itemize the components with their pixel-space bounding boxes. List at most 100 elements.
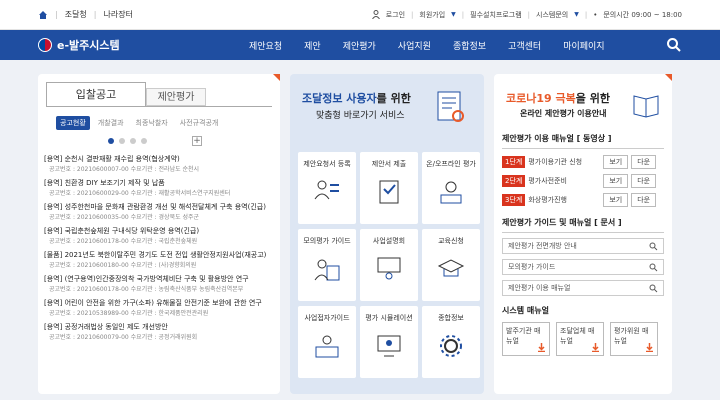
required-programs-link[interactable]: 필수설치프로그램: [470, 10, 522, 20]
step-badge: 3단계: [502, 193, 526, 206]
home-icon[interactable]: [38, 10, 48, 20]
guide-icon: [315, 335, 339, 358]
video-manual-title: 제안평가 이용 매뉴얼 [ 동영상 ]: [502, 134, 612, 143]
nav-item-customer-center[interactable]: 고객센터: [497, 39, 552, 52]
carousel-dot[interactable]: [119, 138, 125, 144]
service-title-rest: 를 위한: [376, 92, 411, 105]
subtab-status[interactable]: 공고현황: [56, 116, 90, 130]
logo-text: e-발주시스템: [57, 39, 120, 52]
system-inquiry-link[interactable]: 시스템문의: [536, 10, 568, 20]
step-badge: 2단계: [502, 174, 526, 187]
list-item[interactable]: [용역] 어린이 안전을 위한 가구(소파) 유해물질 안전기준 보완에 관한 …: [44, 298, 280, 317]
subtab-prior-spec[interactable]: 사전규격공개: [176, 116, 223, 130]
guide-link[interactable]: 제안평가 전면개방 안내: [502, 238, 664, 254]
presentation-icon: [377, 257, 401, 280]
download-icon: [646, 343, 653, 352]
carousel-dot[interactable]: [108, 138, 114, 144]
top-left-links: | 조달청 | 나라장터: [38, 9, 133, 20]
login-link[interactable]: 로그인: [386, 10, 405, 20]
gear-icon: [440, 335, 462, 357]
nav-item-project-support[interactable]: 사업지원: [387, 39, 442, 52]
manual-download[interactable]: 평가위원 매뉴얼: [610, 322, 658, 356]
link-koneps[interactable]: 나라장터: [104, 9, 133, 20]
shortcut-card[interactable]: 제안요청서 등록: [298, 152, 356, 224]
taegeuk-logo-icon: [38, 38, 52, 52]
system-manuals: 발주기관 매뉴얼 조달업체 매뉴얼 평가위원 매뉴얼: [494, 316, 672, 362]
shortcut-card[interactable]: 교육신청: [422, 229, 480, 301]
download-icon: [538, 343, 545, 352]
manual-step: 1단계 평가이용기관 신청 보기 다운: [494, 154, 672, 169]
bid-notice-panel: 입찰공고 제안평가 공고현황 개찰결과 최종낙찰자 사전규격공개 + [용역] …: [38, 74, 280, 394]
corner-accent: [273, 74, 280, 81]
shortcut-card[interactable]: 사업접자가이드: [298, 306, 356, 378]
clock-icon: •: [593, 10, 598, 19]
view-button[interactable]: 보기: [603, 154, 629, 169]
top-utility-bar: | 조달청 | 나라장터 로그인 | 회원가입 ▼ | 필수설치프로그램 | 시…: [0, 0, 720, 30]
shortcut-card[interactable]: 온/오프라인 평가: [422, 152, 480, 224]
online-evaluation-panel: 코로나19 극복을 위한 온라인 제안평가 이용안내 제안평가 이용 매뉴얼 […: [494, 74, 672, 394]
site-logo[interactable]: e-발주시스템: [38, 37, 238, 53]
view-button[interactable]: 보기: [603, 192, 629, 207]
step-label: 평가사전준비: [528, 176, 567, 185]
list-item[interactable]: [용역] 친환경 DIY 보조기기 제작 및 납품 공고번호 : 20210600…: [44, 178, 280, 197]
search-icon[interactable]: [666, 37, 682, 53]
chevron-down-icon: ▼: [451, 11, 456, 18]
mock-evaluation-icon: [314, 259, 340, 281]
tab-evaluation[interactable]: 제안평가: [146, 88, 206, 106]
inquiry-hours: 문의시간 09:00 ~ 18:00: [603, 10, 682, 19]
nav-item-proposal-request[interactable]: 제안요청: [238, 39, 293, 52]
view-button[interactable]: 보기: [603, 173, 629, 188]
manual-step: 3단계 화상평가진행 보기 다운: [494, 192, 672, 207]
guide-link[interactable]: 모의평가 가이드: [502, 259, 664, 275]
tab-bid-notice[interactable]: 입찰공고: [46, 82, 146, 106]
carousel-dots: +: [38, 130, 280, 146]
list-item[interactable]: [용역] 공정거래법상 동일인 제도 개선방안 공고번호 : 2021060007…: [44, 322, 280, 341]
nav-item-evaluation[interactable]: 제안평가: [332, 39, 387, 52]
nav-menu: 제안요청 제안 제안평가 사업지원 종합정보 고객센터 마이페이지: [238, 39, 666, 52]
proposal-register-icon: [314, 180, 339, 200]
document-illustration-icon: [437, 91, 464, 122]
search-icon: [649, 263, 658, 271]
doc-guide-title: 제안평가 가이드 및 매뉴얼 [ 문서 ]: [502, 218, 622, 227]
list-item[interactable]: [용역] 국립춘천숲체원 구내식당 위탁운영 용역(긴급) 공고번호 : 2021…: [44, 226, 280, 245]
chevron-down-icon: ▼: [574, 11, 579, 18]
step-label: 평가이용기관 신청: [528, 157, 583, 166]
list-item[interactable]: [용역] 성주한천마을 문화재 관람환경 개선 및 해석전달체계 구축 용역(긴…: [44, 202, 280, 221]
main-nav: e-발주시스템 제안요청 제안 제안평가 사업지원 종합정보 고객센터 마이페이…: [0, 30, 720, 60]
search-icon: [649, 284, 658, 292]
simulation-icon: [377, 335, 401, 357]
user-icon: [371, 10, 380, 19]
nav-item-mypage[interactable]: 마이페이지: [552, 39, 615, 52]
manual-step: 2단계 평가사전준비 보기 다운: [494, 173, 672, 188]
shortcut-card[interactable]: 종합정보: [422, 306, 480, 378]
nav-item-info[interactable]: 종합정보: [442, 39, 497, 52]
list-item[interactable]: [용역] 순천시 결판재활 재수립 용역(협상계약) 공고번호 : 2021060…: [44, 154, 280, 173]
shortcut-card[interactable]: 평가 시뮬레이션: [360, 306, 418, 378]
top-right-links: 로그인 | 회원가입 ▼ | 필수설치프로그램 | 시스템문의 ▼ | • 문의…: [371, 10, 682, 20]
subtab-opening-result[interactable]: 개찰결과: [94, 116, 128, 130]
shortcut-service-panel: 조달정보 사용자를 위한 맞춤형 바로가기 서비스 제안요청서 등록 제안서 제…: [290, 74, 484, 394]
shortcut-grid: 제안요청서 등록 제안서 제출 온/오프라인 평가 모의평가 가이드 사업설명회…: [298, 152, 480, 378]
carousel-dot[interactable]: [130, 138, 136, 144]
shortcut-card[interactable]: 제안서 제출: [360, 152, 418, 224]
download-button[interactable]: 다운: [631, 173, 657, 188]
shortcut-card[interactable]: 모의평가 가이드: [298, 229, 356, 301]
signup-link[interactable]: 회원가입: [419, 10, 445, 20]
covid-title-rest: 을 위한: [575, 92, 610, 105]
download-button[interactable]: 다운: [631, 192, 657, 207]
more-plus-icon[interactable]: +: [192, 136, 202, 146]
nav-item-proposal[interactable]: 제안: [293, 39, 332, 52]
notice-list: [용역] 순천시 결판재활 재수립 용역(협상계약) 공고번호 : 2021060…: [38, 146, 280, 341]
list-item[interactable]: [물품] 2021년도 북한이탈주민 경기도 도전 전입 생활안정지원사업(재공…: [44, 250, 280, 269]
guide-link[interactable]: 제안평가 이용 매뉴얼: [502, 280, 664, 296]
book-illustration-icon: [633, 95, 659, 118]
download-button[interactable]: 다운: [631, 154, 657, 169]
manual-download[interactable]: 발주기관 매뉴얼: [502, 322, 550, 356]
link-pps[interactable]: 조달청: [65, 9, 87, 20]
shortcut-card[interactable]: 사업설명회: [360, 229, 418, 301]
subtab-final-winner[interactable]: 최종낙찰자: [132, 116, 172, 130]
manual-download[interactable]: 조달업체 매뉴얼: [556, 322, 604, 356]
carousel-dot[interactable]: [141, 138, 147, 144]
step-label: 화상평가진행: [528, 195, 567, 204]
list-item[interactable]: [용역] (연구용역)인간중장의착 국가방역체비단 구축 및 활용방안 연구 공고…: [44, 274, 280, 293]
